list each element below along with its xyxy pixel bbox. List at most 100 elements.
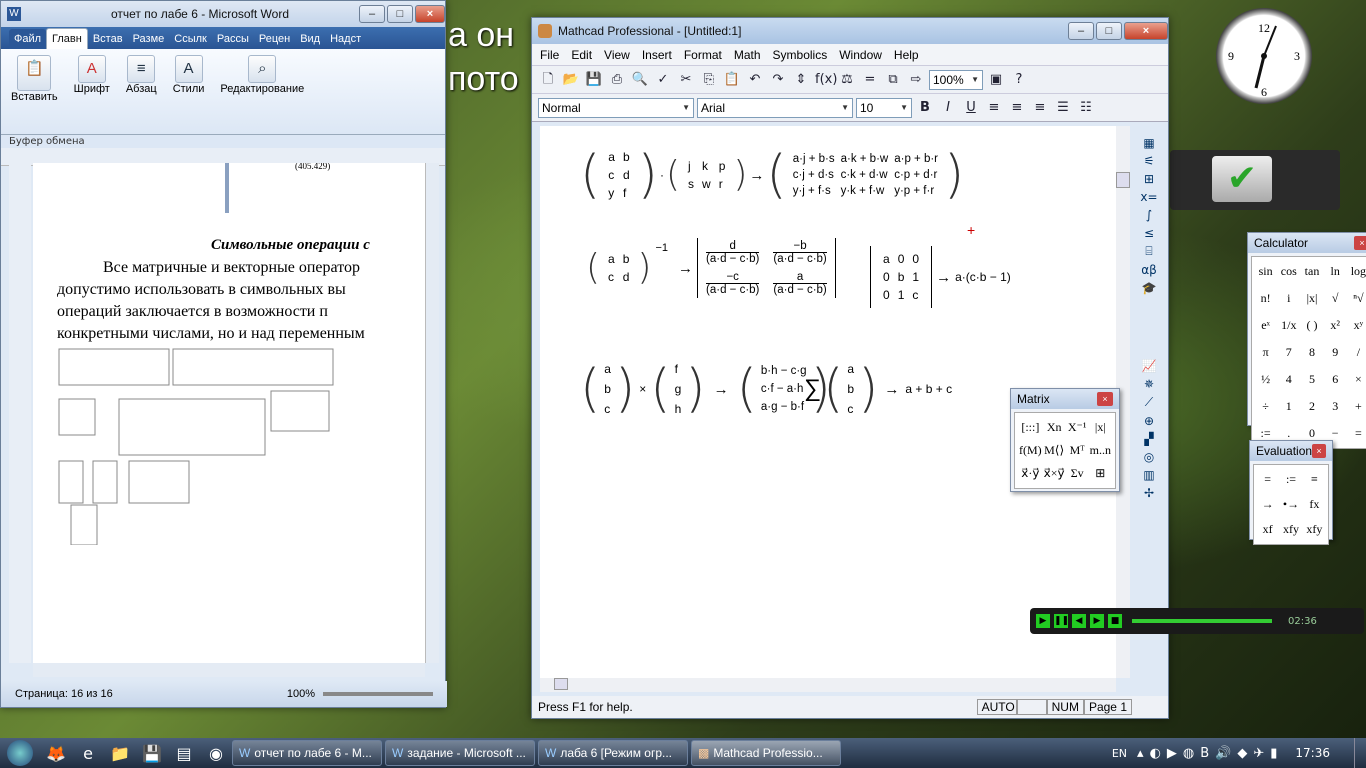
evaluation-palette-icon[interactable]: x= xyxy=(1140,190,1157,204)
menu-insert[interactable]: Insert xyxy=(642,48,672,62)
programming-palette-icon[interactable]: ⌸ xyxy=(1145,244,1152,259)
paste-icon[interactable]: 📋 xyxy=(722,70,742,90)
spellcheck-icon[interactable]: ✓ xyxy=(653,70,673,90)
zoom-slider[interactable] xyxy=(323,692,433,696)
calculator-palette[interactable]: Calculator × sin cos tan ln log n! i |x| √ ⁿ√ eˣ 1/x… xyxy=(1247,232,1366,449)
calculator-key[interactable]: tan xyxy=(1302,261,1321,282)
calculator-key[interactable]: + xyxy=(1349,396,1366,417)
help-icon[interactable]: ? xyxy=(1009,70,1029,90)
matrix-palette-icon[interactable]: ⊞ xyxy=(1144,172,1154,186)
evaluation-key[interactable]: := xyxy=(1281,469,1300,490)
underline-button[interactable]: U xyxy=(961,98,981,118)
calculator-key[interactable]: ÷ xyxy=(1256,396,1275,417)
matrix-palette-close-button[interactable]: × xyxy=(1097,392,1113,406)
calculator-key[interactable]: 2 xyxy=(1302,396,1321,417)
vector-sum-expression[interactable]: ∑ (a b c) → a + b + c xyxy=(804,356,952,422)
evaluation-key[interactable]: fx xyxy=(1305,494,1324,515)
chrome-icon[interactable]: ◉ xyxy=(200,740,232,766)
save-icon[interactable]: 💾 xyxy=(584,70,604,90)
italic-button[interactable]: I xyxy=(938,98,958,118)
tab-insert[interactable]: Встав xyxy=(88,29,128,49)
menu-math[interactable]: Math xyxy=(734,48,761,62)
menu-file[interactable]: File xyxy=(540,48,559,62)
greek-palette-icon[interactable]: αβ xyxy=(1141,263,1157,277)
picture-button[interactable]: ⊞ xyxy=(1090,463,1111,484)
determinant-button[interactable]: |x| xyxy=(1090,417,1111,438)
evaluation-key[interactable]: xf xyxy=(1258,519,1277,540)
menu-help[interactable]: Help xyxy=(894,48,919,62)
calculator-key[interactable]: i xyxy=(1279,288,1298,309)
tab-layout[interactable]: Разме xyxy=(128,29,170,49)
polar-plot-icon[interactable]: ✵ xyxy=(1144,377,1154,391)
open-icon[interactable]: 📂 xyxy=(561,70,581,90)
calculator-key[interactable]: xʸ xyxy=(1349,315,1366,336)
calculator-key[interactable]: ⁿ√ xyxy=(1349,288,1366,309)
align-icon[interactable]: ⇕ xyxy=(791,70,811,90)
explorer-icon[interactable]: 📁 xyxy=(104,740,136,766)
column-button[interactable]: M⟨⟩ xyxy=(1044,440,1065,461)
mathcad-close-button[interactable]: × xyxy=(1124,22,1168,40)
insert-unit-icon[interactable]: ⚖ xyxy=(837,70,857,90)
subscript-button[interactable]: Xn xyxy=(1044,417,1065,438)
word-vertical-scrollbar[interactable] xyxy=(425,163,439,663)
surface-plot-icon[interactable]: ⟋ xyxy=(1145,395,1153,410)
font-group[interactable]: A Шрифт xyxy=(70,53,114,130)
taskbar-item-word-lab[interactable]: Wлаба 6 [Режим огр... xyxy=(538,740,688,766)
bold-button[interactable]: B xyxy=(915,98,935,118)
align-center-icon[interactable]: ≡ xyxy=(1007,98,1027,118)
boolean-palette-icon[interactable]: ≤ xyxy=(1144,226,1154,240)
print-preview-icon[interactable]: 🔍 xyxy=(630,70,650,90)
calculator-key[interactable]: 9 xyxy=(1326,342,1345,363)
calculator-key[interactable]: eˣ xyxy=(1256,315,1275,336)
numbering-icon[interactable]: ☷ xyxy=(1076,98,1096,118)
calculator-key[interactable]: 7 xyxy=(1279,342,1298,363)
contour-plot-icon[interactable]: ⊕ xyxy=(1144,414,1154,428)
firefox-icon[interactable]: 🦊 xyxy=(40,740,72,766)
clock-gadget[interactable]: 12 3 6 9 xyxy=(1216,8,1312,104)
3d-scatter-icon[interactable]: ▞ xyxy=(1144,432,1153,446)
calculator-key[interactable]: π xyxy=(1256,342,1275,363)
resource-icon[interactable]: ⇨ xyxy=(906,70,926,90)
evaluation-key[interactable]: •→ xyxy=(1281,494,1300,515)
vector-sum-button[interactable]: Σv xyxy=(1067,463,1088,484)
calculator-key[interactable]: sin xyxy=(1256,261,1275,282)
menu-format[interactable]: Format xyxy=(684,48,722,62)
play-icon[interactable]: ▶ xyxy=(1036,614,1050,628)
media-player[interactable]: ▶ ❚❚ ◀ ▶ ■ 02:36 xyxy=(1030,608,1364,634)
cross-product-button[interactable]: x⃗×y⃗ xyxy=(1044,463,1065,484)
font-select[interactable]: Arial xyxy=(697,97,853,118)
calculator-key[interactable]: ½ xyxy=(1256,369,1275,390)
mathcad-minimize-button[interactable]: – xyxy=(1068,22,1094,40)
paragraph-group[interactable]: ≡ Абзац xyxy=(122,53,161,130)
menu-window[interactable]: Window xyxy=(839,48,882,62)
bar-plot-icon[interactable]: ▥ xyxy=(1143,468,1154,482)
graph-palette-icon[interactable]: ⚟ xyxy=(1144,154,1155,168)
vector-field-icon[interactable]: ◎ xyxy=(1144,450,1154,464)
calculator-key[interactable]: × xyxy=(1349,369,1366,390)
calculator-key[interactable]: 6 xyxy=(1326,369,1345,390)
plot-wizard-icon[interactable]: ✢ xyxy=(1144,486,1154,500)
taskbar-item-mathcad[interactable]: ▩ Mathcad Professio... xyxy=(691,740,841,766)
evaluation-key[interactable]: xfy xyxy=(1305,519,1324,540)
evaluation-key[interactable]: xfy xyxy=(1281,519,1300,540)
calculus-palette-icon[interactable]: ∫ xyxy=(1146,208,1152,222)
ie-icon[interactable]: e xyxy=(72,740,104,766)
evaluation-key[interactable]: ≡ xyxy=(1305,469,1324,490)
determinant-expression[interactable]: a000b101c → a·(c·b − 1) xyxy=(870,246,1011,308)
next-icon[interactable]: ▶ xyxy=(1090,614,1104,628)
calculator-key[interactable]: = xyxy=(1349,423,1366,444)
calculator-key[interactable]: x² xyxy=(1326,315,1345,336)
styles-group[interactable]: A Стили xyxy=(169,53,209,130)
range-button[interactable]: m..n xyxy=(1090,440,1111,461)
word-maximize-button[interactable]: □ xyxy=(387,5,413,23)
tab-home[interactable]: Главн xyxy=(46,28,88,49)
document-page[interactable]: (405.429) Символьные операции с Все матр… xyxy=(33,163,425,663)
menu-edit[interactable]: Edit xyxy=(571,48,592,62)
tab-mailings[interactable]: Рассы xyxy=(212,29,254,49)
paste-group[interactable]: 📋 Вставить xyxy=(7,53,62,130)
style-select[interactable]: Normal xyxy=(538,97,694,118)
calculator-key[interactable]: 1 xyxy=(1279,396,1298,417)
scroll-thumb[interactable] xyxy=(1116,172,1130,188)
calculator-key[interactable]: cos xyxy=(1279,261,1298,282)
font-size-select[interactable]: 10 xyxy=(856,97,912,118)
